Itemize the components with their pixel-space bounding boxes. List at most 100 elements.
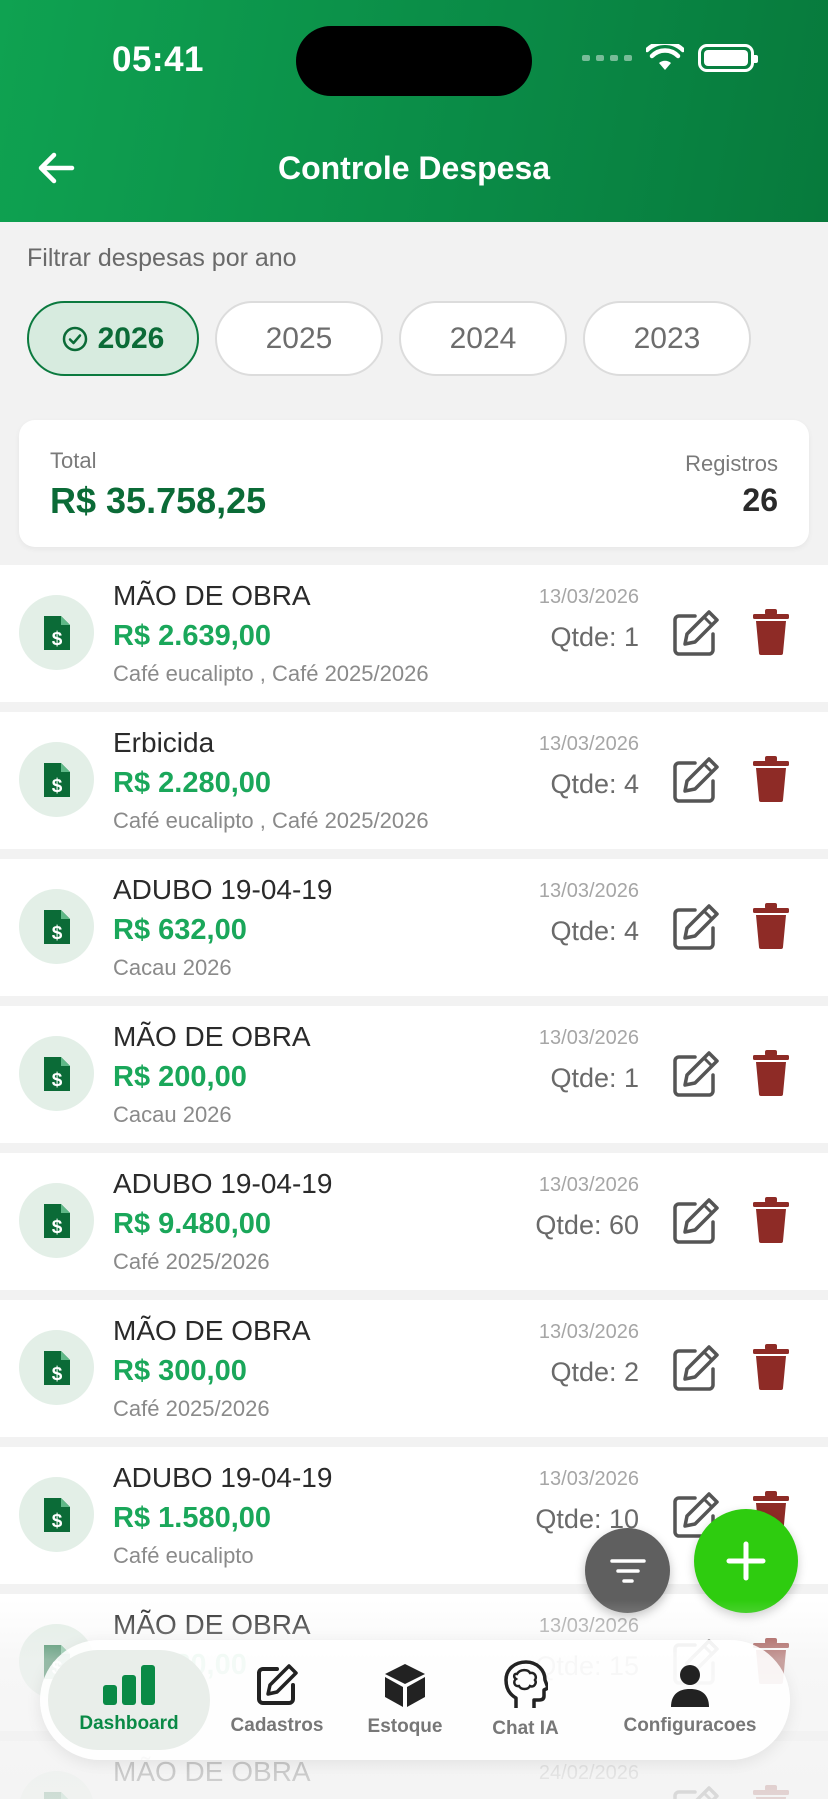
expense-name: ADUBO 19-04-19 — [113, 874, 333, 905]
money-document-icon: $ — [43, 1497, 70, 1532]
expense-avatar: $ — [19, 595, 94, 670]
dynamic-island — [296, 26, 532, 96]
delete-button[interactable] — [752, 609, 790, 655]
check-circle-icon — [62, 326, 87, 351]
expense-row[interactable]: $ Erbicida R$ 2.280,00 Café eucalipto , Caf… — [0, 712, 828, 849]
svg-text:$: $ — [51, 923, 62, 944]
delete-button[interactable] — [752, 1050, 790, 1096]
year-chip-2026[interactable]: 2026 — [27, 301, 199, 376]
svg-text:$: $ — [51, 1070, 62, 1091]
app-header: 05:41 Controle Despesa — [0, 0, 828, 222]
money-document-icon: $ — [43, 1350, 70, 1385]
year-chip-label: 2024 — [449, 321, 517, 355]
tab-label: Estoque — [367, 1716, 443, 1737]
year-chip-2025[interactable]: 2025 — [215, 301, 383, 376]
expense-date: 13/03/2026 — [538, 586, 639, 608]
expense-categories: Cacau 2026 — [113, 1102, 232, 1127]
edit-button[interactable] — [670, 609, 720, 659]
delete-button[interactable] — [752, 903, 790, 949]
expense-categories: Café 2025/2026 — [113, 1249, 270, 1274]
expense-amount: R$ 2.639,00 — [113, 620, 272, 652]
edit-button[interactable] — [670, 1344, 720, 1394]
expense-categories: Cacau 2026 — [113, 955, 232, 980]
expense-amount: R$ 200,00 — [113, 1061, 247, 1093]
expense-name: MÃO DE OBRA — [113, 580, 311, 611]
tab-configuracoes[interactable]: Configuracoes — [600, 1640, 780, 1760]
expense-row[interactable]: $ MÃO DE OBRA R$ 2.639,00 Café eucalipto , … — [0, 565, 828, 702]
chart-bars-icon — [103, 1665, 155, 1705]
filter-lines-icon — [609, 1558, 646, 1583]
expense-categories: Café 2025/2026 — [113, 1396, 270, 1421]
expense-row[interactable]: $ ADUBO 19-04-19 R$ 9.480,00 Café 2025/2026… — [0, 1153, 828, 1290]
edit-icon — [257, 1664, 298, 1705]
expense-name: MÃO DE OBRA — [113, 1315, 311, 1346]
expense-date: 13/03/2026 — [538, 1174, 639, 1196]
svg-text:$: $ — [51, 629, 62, 650]
edit-button[interactable] — [670, 903, 720, 953]
money-document-icon: $ — [43, 1203, 70, 1238]
expense-date: 13/03/2026 — [538, 1027, 639, 1049]
year-chip-2023[interactable]: 2023 — [583, 301, 751, 376]
svg-text:$: $ — [51, 776, 62, 797]
tab-cadastros[interactable]: Cadastros — [212, 1640, 342, 1760]
year-chip-label: 2026 — [97, 321, 165, 355]
expense-quantity: Qtde: 4 — [550, 769, 639, 799]
money-document-icon: $ — [43, 1056, 70, 1091]
records-label: Registros — [685, 451, 778, 476]
delete-button[interactable] — [752, 1344, 790, 1390]
tab-label: Chat IA — [492, 1718, 559, 1739]
tab-label: Configuracoes — [623, 1715, 757, 1736]
year-chip-label: 2023 — [633, 321, 701, 355]
expense-row[interactable]: $ ADUBO 19-04-19 R$ 632,00 Cacau 2026 13/03/… — [0, 859, 828, 996]
expense-quantity: Qtde: 2 — [550, 1357, 639, 1387]
tab-label: Cadastros — [230, 1715, 324, 1736]
delete-button[interactable] — [752, 756, 790, 802]
expense-row[interactable]: $ MÃO DE OBRA R$ 200,00 Cacau 2026 13/03/202… — [0, 1006, 828, 1143]
filter-label: Filtrar despesas por ano — [27, 244, 297, 272]
year-chip-label: 2025 — [265, 321, 333, 355]
expense-date: 13/03/2026 — [538, 1321, 639, 1343]
cellular-signal-icon — [582, 55, 632, 61]
box-icon — [385, 1664, 425, 1707]
person-icon — [671, 1665, 709, 1707]
battery-icon — [698, 44, 758, 72]
money-document-icon: $ — [43, 762, 70, 797]
expense-avatar: $ — [19, 1330, 94, 1405]
expense-avatar: $ — [19, 1477, 94, 1552]
expense-avatar: $ — [19, 1183, 94, 1258]
tab-chat-ia[interactable]: Chat IA — [468, 1640, 583, 1760]
expense-row[interactable]: $ MÃO DE OBRA R$ 300,00 Café 2025/2026 13/03… — [0, 1300, 828, 1437]
money-document-icon: $ — [43, 615, 70, 650]
tab-dashboard[interactable]: Dashboard — [48, 1650, 210, 1750]
svg-text:$: $ — [51, 1511, 62, 1532]
plus-icon — [726, 1541, 766, 1581]
svg-text:$: $ — [51, 1364, 62, 1385]
edit-button[interactable] — [670, 1050, 720, 1100]
money-document-icon: $ — [43, 909, 70, 944]
status-icons — [582, 44, 758, 72]
expense-name: MÃO DE OBRA — [113, 1021, 311, 1052]
wifi-icon — [646, 44, 684, 70]
summary-card: Total R$ 35.758,25 Registros 26 — [19, 420, 809, 547]
brain-head-icon — [503, 1660, 548, 1708]
expense-name: Erbicida — [113, 727, 215, 758]
records-value: 26 — [742, 482, 778, 518]
add-expense-fab-button[interactable] — [694, 1509, 798, 1613]
svg-text:$: $ — [51, 1217, 62, 1238]
expense-quantity: Qtde: 60 — [535, 1210, 639, 1240]
tab-estoque[interactable]: Estoque — [345, 1640, 465, 1760]
expense-amount: R$ 9.480,00 — [113, 1208, 272, 1240]
expense-amount: R$ 1.580,00 — [113, 1502, 272, 1534]
expense-categories: Café eucalipto , Café 2025/2026 — [113, 808, 429, 833]
expense-quantity: Qtde: 1 — [550, 622, 639, 652]
expense-avatar: $ — [19, 1036, 94, 1111]
tab-label: Dashboard — [79, 1713, 179, 1734]
expense-date: 13/03/2026 — [538, 1468, 639, 1490]
delete-button[interactable] — [752, 1197, 790, 1243]
edit-button[interactable] — [670, 1197, 720, 1247]
expense-name: ADUBO 19-04-19 — [113, 1462, 333, 1493]
total-label: Total — [50, 448, 97, 473]
year-chip-2024[interactable]: 2024 — [399, 301, 567, 376]
edit-button[interactable] — [670, 756, 720, 806]
expense-amount: R$ 2.280,00 — [113, 767, 272, 799]
